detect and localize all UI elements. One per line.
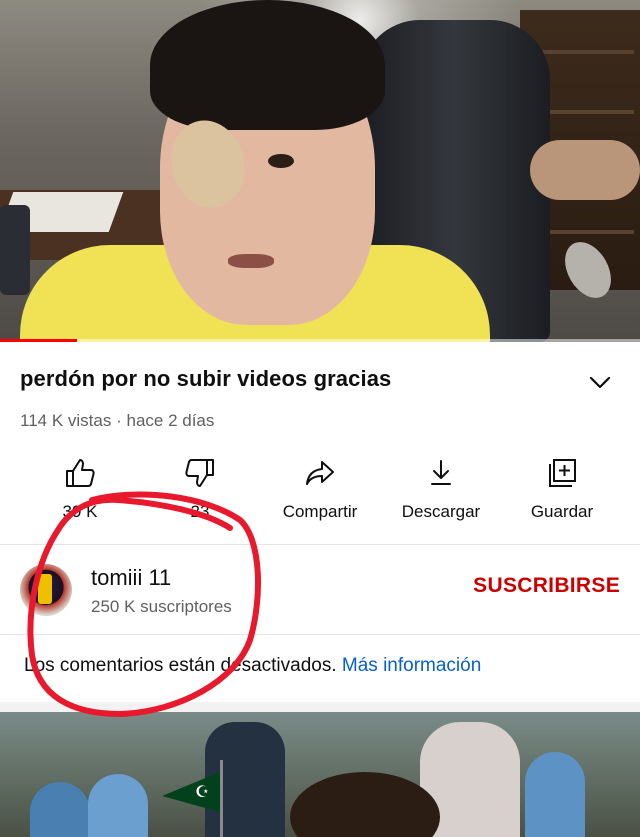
speaker [0,205,30,295]
like-button[interactable]: 39 K [25,452,135,528]
channel-name[interactable]: tomiii 11 [91,565,171,591]
next-video-thumbnail[interactable]: ☪ [0,712,640,837]
person-mouth [228,254,274,268]
section-gap [0,702,640,712]
subscribe-button[interactable]: SUSCRIBIRSE [430,574,620,598]
share-label: Compartir [282,502,358,521]
share-icon [306,461,334,485]
action-bar: 39 K 23 Compartir Descargar Guardar [0,452,640,532]
crescent-icon: ☪ [195,784,210,801]
video-meta: 114 K vistas · hace 2 días [20,411,214,431]
chevron-down-icon[interactable] [586,372,614,392]
save-label: Guardar [530,502,594,521]
download-label: Descargar [401,502,481,521]
meta-separator: · [116,411,122,430]
dislike-count: 23 [190,502,210,521]
divider [0,634,640,635]
thumbs-up-icon [66,459,95,487]
comments-disabled-text: Los comentarios están desactivados. [24,655,337,676]
flag [162,772,220,812]
progress-bar[interactable] [0,339,640,342]
save-button[interactable]: Guardar [507,452,617,528]
like-count: 39 K [62,502,98,521]
upload-age: hace 2 días [126,411,215,430]
thumbs-down-icon [185,459,214,487]
channel-avatar[interactable] [20,564,72,616]
more-info-link[interactable]: Más información [342,655,481,676]
download-button[interactable]: Descargar [386,452,496,528]
video-title[interactable]: perdón por no subir videos gracias [20,366,580,392]
download-icon [431,460,451,485]
person-eye [268,154,294,168]
subscriber-count: 250 K suscriptores [91,597,232,616]
divider [0,544,640,545]
person-hair [150,0,385,130]
save-playlist-icon [549,459,576,487]
video-player[interactable] [0,0,640,342]
share-button[interactable]: Compartir [265,452,375,528]
comments-disabled-notice: Los comentarios están desactivados. Más … [24,655,481,677]
view-count: 114 K vistas [20,411,112,430]
progress-bar-fill [0,339,77,342]
hand [530,140,640,200]
dislike-button[interactable]: 23 [145,452,255,528]
